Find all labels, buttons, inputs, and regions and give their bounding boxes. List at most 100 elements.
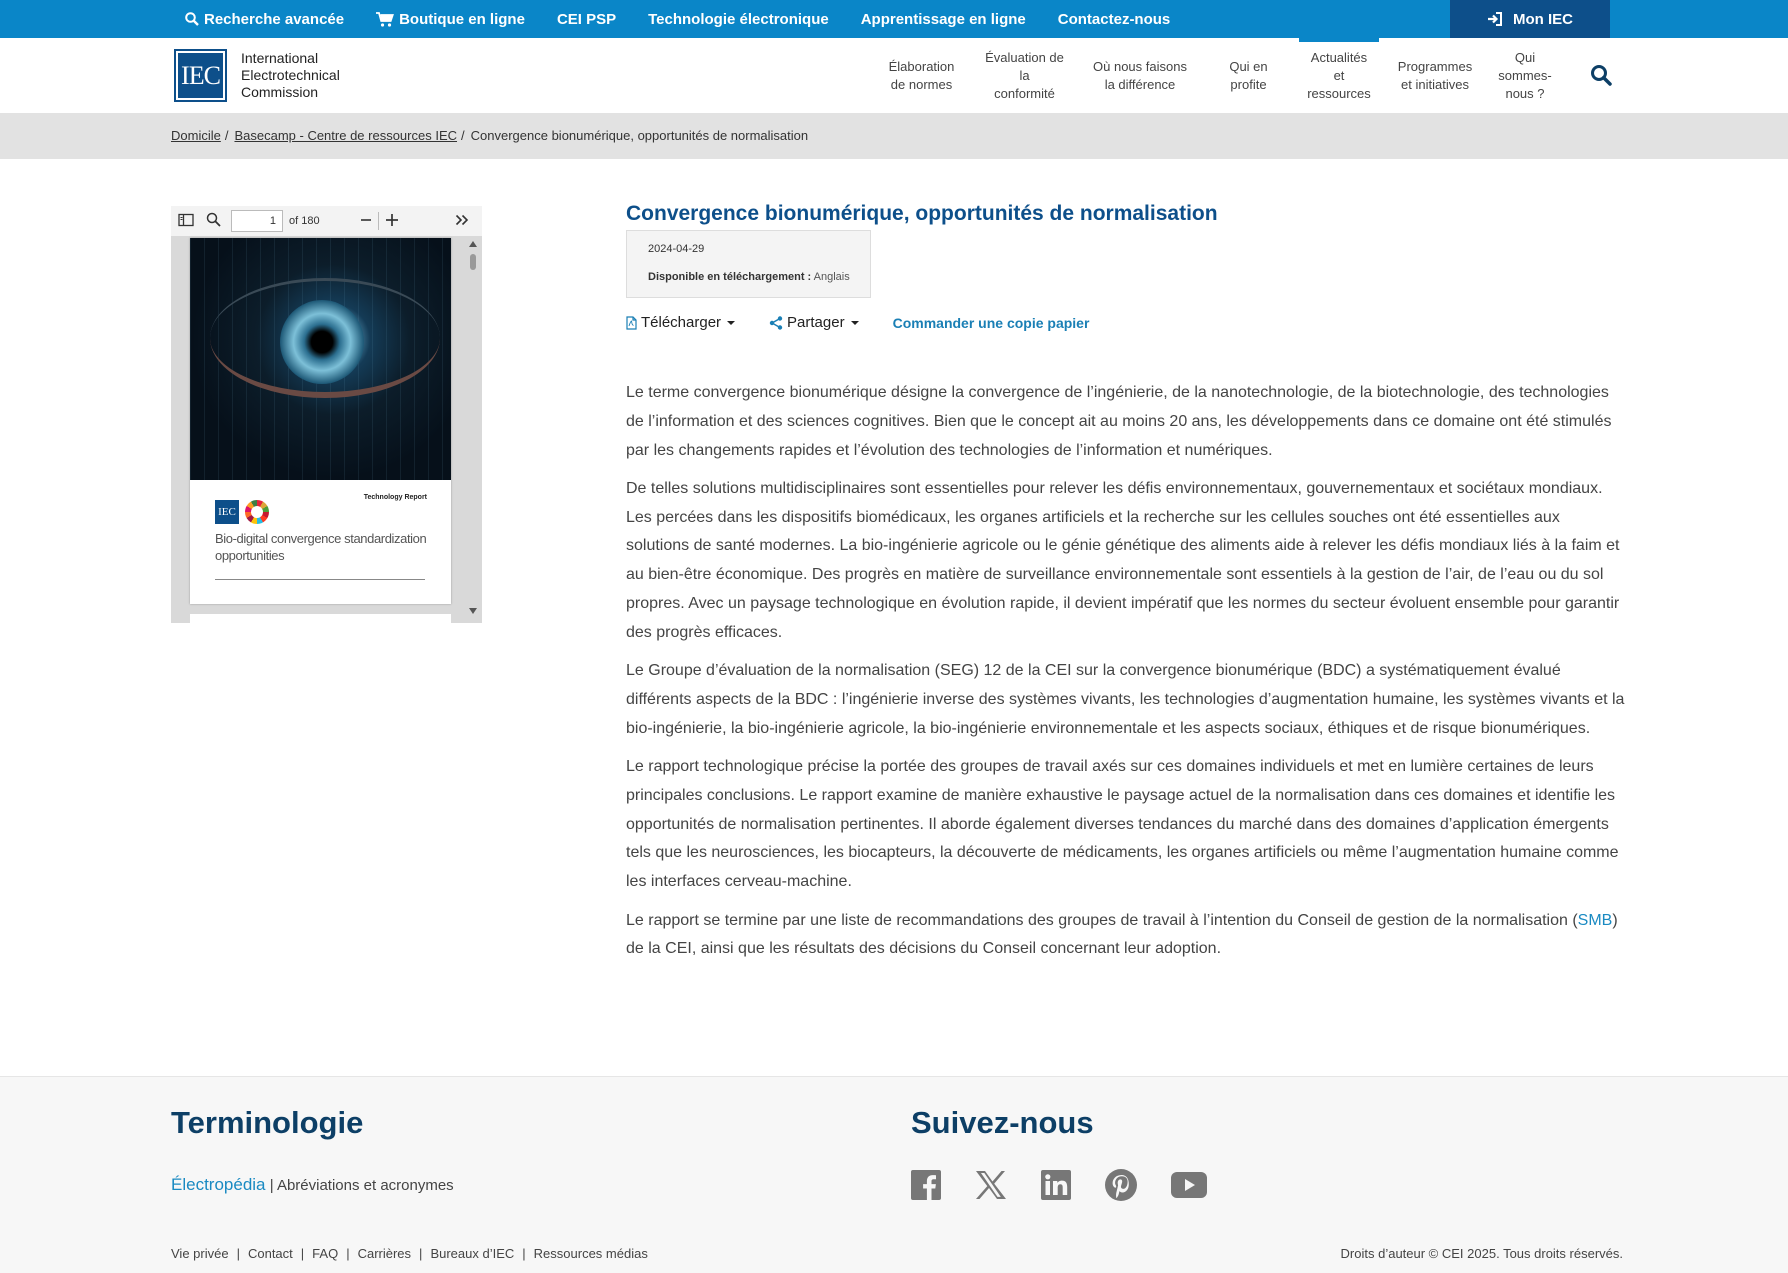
nav-item-where-we-make-difference[interactable]: Où nous faisons la différence [1076,38,1204,113]
share-dropdown[interactable]: Partager [769,314,859,331]
share-icon [769,315,783,330]
description-paragraph: Le terme convergence bionumérique désign… [626,384,1612,459]
main-nav: Élaboration de normes Évaluation de la c… [870,38,1565,113]
my-iec-button[interactable]: Mon IEC [1450,0,1610,38]
availability-language: Anglais [813,271,850,283]
footer-separator: | [300,1246,305,1261]
nav-label: Évaluation de la conformité [985,49,1064,101]
footer-separator: | [346,1246,350,1261]
search-icon [1591,65,1612,86]
iec-logo[interactable]: IEC International Electrotechnical Commi… [174,49,340,102]
nav-item-standards-development[interactable]: Élaboration de normes [870,38,973,113]
paragraph-text: Le rapport se termine par une liste de r… [626,911,1578,929]
footer-separator: | [419,1246,423,1261]
smb-link[interactable]: SMB [1578,912,1613,929]
zoom-in-icon[interactable] [385,213,399,230]
pdf-file-icon [626,315,637,330]
top-utility-bar: Recherche avancée Boutique en ligne CEI … [0,0,1788,38]
nav-item-who-we-are[interactable]: Qui sommes- nous ? [1485,38,1565,113]
faq-link[interactable]: FAQ [312,1246,338,1261]
document-title: Convergence bionumérique, opportunités d… [626,202,1218,225]
electronic-technology-link[interactable]: Technologie électronique [648,11,829,28]
toolbar-divider [377,212,379,230]
sign-in-icon [1488,12,1502,26]
advanced-search-label: Recherche avancée [204,10,345,28]
terms-separator: | [269,1177,274,1194]
nav-label: Élaboration de normes [888,58,955,92]
download-dropdown[interactable]: Télécharger [626,314,736,331]
nav-item-news-resources[interactable]: Actualités et ressources [1293,38,1385,113]
copyright: Droits d’auteur © CEI 2025. Tous droits … [1340,1246,1623,1261]
iec-logo-mark: IEC [174,49,227,102]
pdf-page-1: Technology Report IEC Bio-digital conver… [190,238,451,604]
online-shop-label: Boutique en ligne [399,10,525,28]
nav-label: Qui sommes- nous ? [1498,49,1552,101]
more-tools-icon[interactable] [455,214,469,229]
pdf-toolbar: 1 of 180 [171,206,482,236]
electropedia-link[interactable]: Électropédia [171,1175,266,1194]
pdf-viewer[interactable]: 1 of 180 Technology Report IEC Bio-digit… [171,206,482,623]
abbreviations-link[interactable]: Abréviations et acronymes [277,1177,454,1194]
scroll-up-icon[interactable] [469,241,477,247]
breadcrumb: Domicile / Basecamp - Centre de ressource… [0,113,1788,159]
scroll-down-icon[interactable] [469,608,477,614]
availability-label: Disponible en téléchargement : [648,271,812,283]
cover-report-tag: Technology Report [363,494,427,501]
document-description: Le terme convergence bionumérique désign… [626,379,1626,974]
document-actions: Télécharger Partager Commander une copie… [626,314,1089,331]
terminology-links: Électropédia | Abréviations et acronymes [171,1175,454,1195]
social-links [911,1169,1241,1201]
publication-date: 2024-04-29 [648,243,705,255]
nav-label: Actualités et ressources [1307,49,1371,101]
youtube-icon[interactable] [1171,1172,1207,1198]
footer-separator: | [236,1246,240,1261]
sidebar-toggle-icon[interactable] [178,213,194,230]
privacy-link[interactable]: Vie privée [171,1246,229,1261]
scrollbar-thumb[interactable] [470,254,476,270]
chevron-down-icon [850,320,859,325]
contact-us-link[interactable]: Contactez-nous [1058,11,1171,28]
pinterest-icon[interactable] [1105,1169,1137,1201]
page-number-input[interactable]: 1 [231,210,283,232]
nav-label: Qui en profite [1229,58,1268,92]
find-in-pdf-icon[interactable] [206,212,221,230]
cei-psp-link[interactable]: CEI PSP [557,11,616,28]
nav-label: Programmes et initiatives [1397,58,1473,92]
header-search-button[interactable] [1590,64,1612,91]
zoom-out-icon[interactable] [360,214,372,229]
iec-logo-text: International Electrotechnical Commissio… [241,50,340,101]
utility-links: Recherche avancée Boutique en ligne CEI … [185,0,1202,38]
order-print-copy-link[interactable]: Commander une copie papier [893,315,1090,331]
breadcrumb-home-link[interactable]: Domicile [171,128,221,143]
description-paragraph: De telles solutions multidisciplinaires … [626,479,1620,641]
linkedin-icon[interactable] [1041,1170,1071,1200]
description-paragraph: Le rapport se termine par une liste de r… [626,907,1626,965]
careers-link[interactable]: Carrières [358,1246,411,1261]
media-resources-link[interactable]: Ressources médias [534,1246,648,1261]
site-footer: Terminologie Électropédia | Abréviations… [0,1076,1788,1273]
follow-us-heading: Suivez-nous [911,1105,1094,1140]
breadcrumb-separator: / [461,128,465,143]
cover-rule [215,579,425,580]
logo-line: Commission [241,84,319,100]
x-icon[interactable] [975,1170,1007,1200]
search-icon [185,12,199,26]
pdf-page-2 [190,614,451,623]
online-learning-link[interactable]: Apprentissage en ligne [861,11,1026,28]
footer-separator: | [522,1246,526,1261]
nav-item-who-benefits[interactable]: Qui en profite [1204,38,1293,113]
online-shop-link[interactable]: Boutique en ligne [376,11,525,28]
pdf-scrollbar[interactable] [467,238,479,623]
download-label: Télécharger [641,314,722,331]
main-header: IEC International Electrotechnical Commi… [0,38,1788,113]
facebook-icon[interactable] [911,1170,941,1200]
document-meta: 2024-04-29 Disponible en téléchargement … [626,230,871,298]
sdg-wheel-icon [245,500,269,524]
chevron-down-icon [727,320,736,325]
breadcrumb-basecamp-link[interactable]: Basecamp - Centre de ressources IEC [234,128,457,143]
advanced-search-link[interactable]: Recherche avancée [185,11,344,28]
nav-item-conformity-assessment[interactable]: Évaluation de la conformité [973,38,1076,113]
contact-link[interactable]: Contact [248,1246,293,1261]
nav-item-programmes-initiatives[interactable]: Programmes et initiatives [1385,38,1485,113]
iec-offices-link[interactable]: Bureaux d’IEC [430,1246,514,1261]
